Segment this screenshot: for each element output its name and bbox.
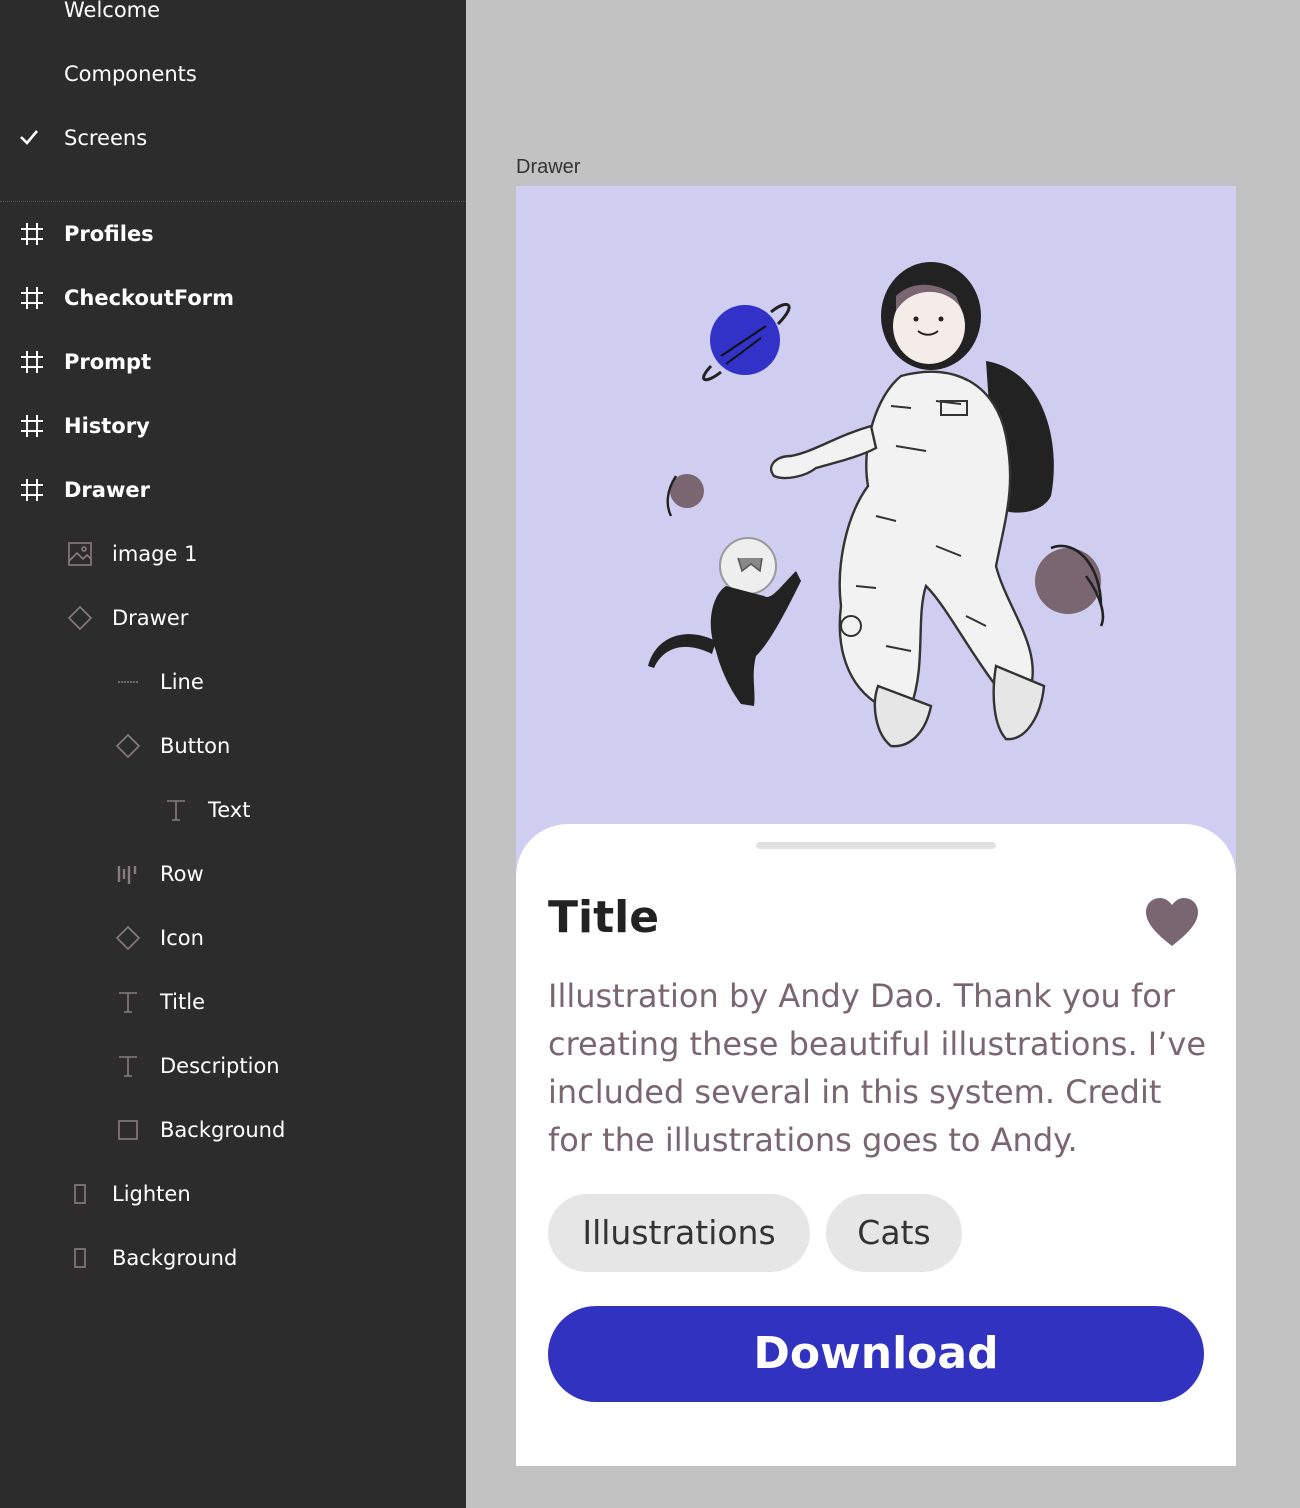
frame-hash-icon — [21, 479, 43, 501]
layer-item-label: Title — [160, 990, 206, 1014]
page-item-label: Components — [64, 62, 197, 86]
layer-item-lighten[interactable]: Lighten — [0, 1162, 466, 1226]
layer-item-background-outer[interactable]: Background — [0, 1226, 466, 1290]
page-item-label: Welcome — [64, 0, 161, 22]
layer-item-image-1[interactable]: image 1 — [0, 522, 466, 586]
heart-icon[interactable] — [1144, 896, 1200, 948]
layer-item-line[interactable]: Line — [0, 650, 466, 714]
page-item-screens[interactable]: Screens — [0, 106, 466, 170]
layer-item-row[interactable]: Row — [0, 842, 466, 906]
frame-hash-icon — [21, 415, 43, 437]
layer-item-label: Lighten — [112, 1182, 191, 1206]
layer-item-title[interactable]: Title — [0, 970, 466, 1034]
layer-item-text[interactable]: Text — [0, 778, 466, 842]
image-icon — [68, 542, 92, 566]
layer-item-background[interactable]: Background — [0, 1098, 466, 1162]
drawer-frame[interactable]: Title Illustration by Andy Dao. Thank yo… — [516, 186, 1236, 1466]
layer-item-icon[interactable]: Icon — [0, 906, 466, 970]
text-icon — [119, 992, 137, 1013]
line-icon — [118, 681, 138, 683]
row-layout-icon — [117, 866, 137, 884]
frame-hash-icon — [21, 223, 43, 245]
frame-hash-icon — [21, 287, 43, 309]
frame-item-label: Prompt — [64, 350, 152, 374]
frame-item-drawer[interactable]: Drawer — [0, 458, 466, 522]
frame-icon — [74, 1248, 86, 1268]
checkmark-icon — [20, 130, 38, 145]
layer-item-label: Row — [160, 862, 204, 886]
drag-handle[interactable] — [756, 842, 996, 849]
frame-item-profiles[interactable]: Profiles — [0, 202, 466, 266]
tag-chip[interactable]: Cats — [826, 1194, 962, 1272]
text-icon — [119, 1056, 137, 1077]
text-icon — [167, 800, 185, 821]
component-icon — [67, 605, 93, 631]
layer-item-label: image 1 — [112, 542, 198, 566]
layer-item-label: Drawer — [112, 606, 189, 630]
layer-item-label: Description — [160, 1054, 280, 1078]
frame-label[interactable]: Drawer — [516, 156, 580, 179]
page-item-label: Screens — [64, 126, 148, 150]
layer-item-label: Background — [112, 1246, 238, 1270]
component-icon — [115, 925, 141, 951]
frame-item-history[interactable]: History — [0, 394, 466, 458]
page-item-welcome[interactable]: Welcome — [0, 0, 466, 42]
layer-item-label: Line — [160, 670, 204, 694]
layers-panel: Welcome Components Screens Profiles Chec… — [0, 0, 466, 1508]
frame-icon — [74, 1184, 86, 1204]
drawer-sheet: Title Illustration by Andy Dao. Thank yo… — [516, 824, 1236, 1466]
layer-item-drawer[interactable]: Drawer — [0, 586, 466, 650]
card-title: Title — [548, 892, 660, 943]
layer-item-label: Icon — [160, 926, 204, 950]
component-icon — [115, 733, 141, 759]
page-item-components[interactable]: Components — [0, 42, 466, 106]
download-button[interactable]: Download — [548, 1306, 1204, 1402]
tag-chip[interactable]: Illustrations — [548, 1194, 810, 1272]
frame-item-label: Profiles — [64, 222, 154, 246]
frame-item-label: CheckoutForm — [64, 286, 235, 310]
rectangle-icon — [118, 1120, 138, 1140]
layer-item-label: Text — [208, 798, 251, 822]
layer-item-description[interactable]: Description — [0, 1034, 466, 1098]
layer-item-label: Background — [160, 1118, 286, 1142]
frame-item-label: History — [64, 414, 150, 438]
astronaut-cat-illustration — [648, 262, 1105, 748]
frame-item-checkoutform[interactable]: CheckoutForm — [0, 266, 466, 330]
frame-item-label: Drawer — [64, 478, 150, 502]
card-description: Illustration by Andy Dao. Thank you for … — [548, 977, 1207, 1159]
frame-item-prompt[interactable]: Prompt — [0, 330, 466, 394]
frame-hash-icon — [21, 351, 43, 373]
layer-item-label: Button — [160, 734, 231, 758]
layer-item-button[interactable]: Button — [0, 714, 466, 778]
hero-illustration — [516, 186, 1236, 906]
